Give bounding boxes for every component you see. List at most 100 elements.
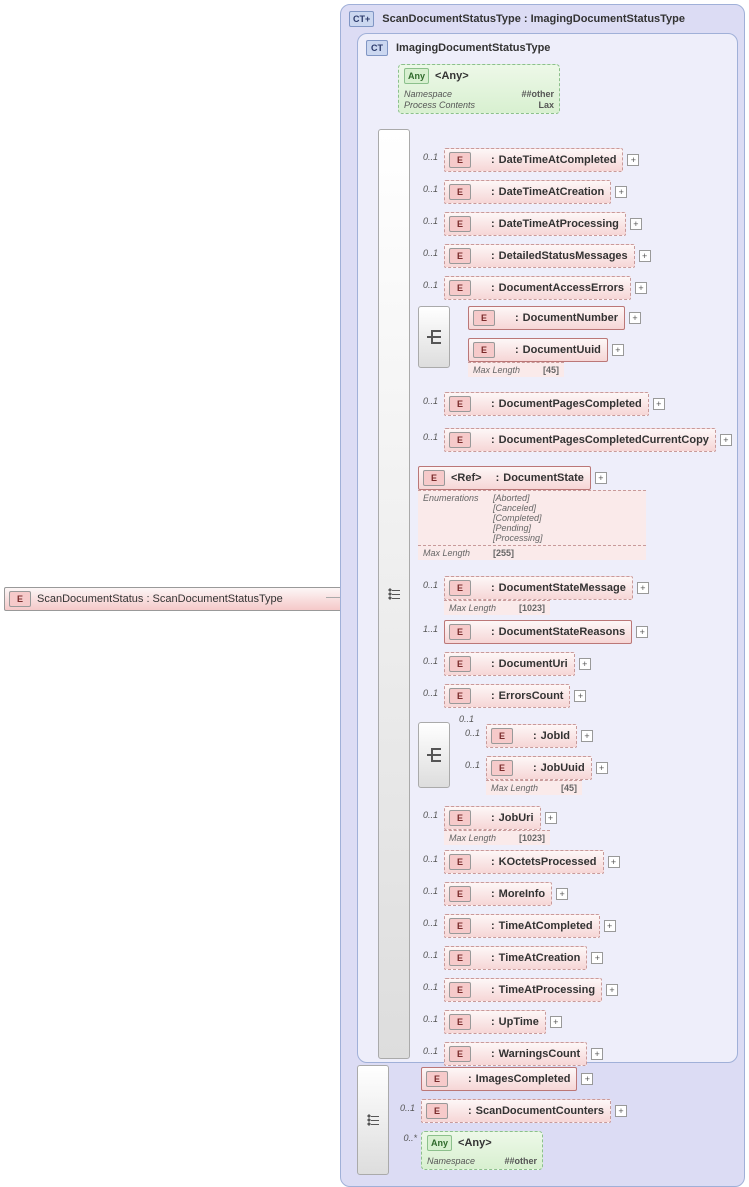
element-tag-icon: E [449, 1046, 471, 1062]
choice-docid [418, 306, 450, 368]
expand-icon[interactable]: + [591, 1048, 603, 1060]
cardinality: 0..1 [414, 248, 438, 258]
element-tag-icon: E [473, 310, 495, 326]
ref-joburi[interactable]: 0..1E:JobUri+Max Length[1023] [444, 806, 557, 845]
ref-type-name: TimeAtCompleted [499, 920, 593, 932]
ref-type-name: JobUuid [541, 762, 585, 774]
complextype-outer: CT+ ScanDocumentStatusType : ImagingDocu… [340, 4, 745, 1187]
ref-jobid[interactable]: 0..1E:JobId+ [486, 724, 593, 748]
ref-type-name: DocumentState [503, 472, 584, 484]
element-tag-icon: E [449, 396, 471, 412]
cardinality: 0..1 [414, 688, 438, 698]
expand-icon[interactable]: + [629, 312, 641, 324]
ref-documentuuid[interactable]: E:DocumentUuid+Max Length[45] [468, 338, 624, 377]
root-element: E ScanDocumentStatus : ScanDocumentStatu… [4, 587, 357, 611]
any-wildcard-top[interactable]: Any <Any> Namespace##otherProcess Conten… [398, 64, 560, 114]
ref-documentstate[interactable]: E <Ref> : DocumentState + Enumerations [… [418, 466, 646, 560]
expand-icon[interactable]: + [639, 250, 651, 262]
expand-icon[interactable]: + [556, 888, 568, 900]
ref-documentstatereasons[interactable]: 1..1E:DocumentStateReasons+ [444, 620, 648, 644]
cardinality: 0..1 [456, 728, 480, 738]
ref-documentaccesserrors[interactable]: 0..1E:DocumentAccessErrors+ [444, 276, 647, 300]
ref-type-name: DocumentUuid [523, 344, 601, 356]
cardinality: 0..1 [414, 1014, 438, 1024]
expand-icon[interactable]: + [591, 952, 603, 964]
ref-type-name: JobId [541, 730, 570, 742]
element-tag-icon: E [449, 248, 471, 264]
element-tag-icon: E [449, 280, 471, 296]
expand-icon[interactable]: + [615, 186, 627, 198]
sequence-outer [357, 1065, 389, 1175]
complextype-inner: CT ImagingDocumentStatusType Any <Any> N… [357, 33, 738, 1063]
ref-errorscount[interactable]: 0..1E:ErrorsCount+ [444, 684, 586, 708]
ref-documenturi[interactable]: 0..1E:DocumentUri+ [444, 652, 591, 676]
ref-type-name: ErrorsCount [499, 690, 564, 702]
root-element-box[interactable]: E ScanDocumentStatus : ScanDocumentStatu… [4, 587, 357, 611]
ref-documentstatemessage[interactable]: 0..1E:DocumentStateMessage+Max Length[10… [444, 576, 649, 615]
element-tag-icon: E [449, 918, 471, 934]
cardinality: 0..1 [414, 396, 438, 406]
expand-icon[interactable]: + [636, 626, 648, 638]
sequence-main [378, 129, 410, 1059]
expand-icon[interactable]: + [720, 434, 732, 446]
ref-uptime[interactable]: 0..1E:UpTime+ [444, 1010, 562, 1034]
complextype-outer-header[interactable]: CT+ ScanDocumentStatusType : ImagingDocu… [341, 5, 744, 31]
ref-datetimeatprocessing[interactable]: 0..1E:DateTimeAtProcessing+ [444, 212, 642, 236]
ref-type-name: KOctetsProcessed [499, 856, 597, 868]
sequence-icon [367, 1114, 379, 1126]
cardinality: 0..1 [414, 950, 438, 960]
expand-icon[interactable]: + [606, 984, 618, 996]
ref-scandocumentcounters[interactable]: 0..1E:ScanDocumentCounters+ [421, 1099, 627, 1123]
ref-datetimeatcompleted[interactable]: 0..1E:DateTimeAtCompleted+ [444, 148, 639, 172]
complextype-inner-title: ImagingDocumentStatusType [396, 42, 550, 54]
expand-icon[interactable]: + [604, 920, 616, 932]
ref-timeatcompleted[interactable]: 0..1E:TimeAtCompleted+ [444, 914, 616, 938]
ref-documentpagescompleted[interactable]: 0..1E:DocumentPagesCompleted+ [444, 392, 665, 416]
ref-timeatprocessing[interactable]: 0..1E:TimeAtProcessing+ [444, 978, 618, 1002]
expand-icon[interactable]: + [550, 1016, 562, 1028]
expand-icon[interactable]: + [637, 582, 649, 594]
expand-icon[interactable]: + [627, 154, 639, 166]
cardinality: 0..1 [391, 1103, 415, 1113]
expand-icon[interactable]: + [581, 1073, 593, 1085]
element-tag-icon: E [449, 152, 471, 168]
expand-icon[interactable]: + [612, 344, 624, 356]
expand-icon[interactable]: + [579, 658, 591, 670]
ref-type-name: ScanDocumentCounters [476, 1105, 604, 1117]
any-wildcard-bottom[interactable]: Any <Any> Namespace##other [421, 1131, 543, 1170]
ref-moreinfo[interactable]: 0..1E:MoreInfo+ [444, 882, 568, 906]
expand-icon[interactable]: + [595, 472, 607, 484]
ref-koctetsprocessed[interactable]: 0..1E:KOctetsProcessed+ [444, 850, 620, 874]
element-tag-icon: E [449, 624, 471, 640]
ref-type-name: DocumentNumber [523, 312, 618, 324]
ref-timeatcreation[interactable]: 0..1E:TimeAtCreation+ [444, 946, 603, 970]
ref-jobuuid[interactable]: 0..1E:JobUuid+Max Length[45] [486, 756, 608, 795]
choice-icon [427, 330, 441, 344]
expand-icon[interactable]: + [615, 1105, 627, 1117]
complextype-inner-header[interactable]: CT ImagingDocumentStatusType [358, 34, 737, 60]
expand-icon[interactable]: + [608, 856, 620, 868]
expand-icon[interactable]: + [545, 812, 557, 824]
expand-icon[interactable]: + [630, 218, 642, 230]
element-tag-icon: E [449, 1014, 471, 1030]
ref-type-name: DateTimeAtProcessing [499, 218, 619, 230]
element-tag-icon: E [449, 982, 471, 998]
expand-icon[interactable]: + [596, 762, 608, 774]
expand-icon[interactable]: + [635, 282, 647, 294]
ref-imagescompleted[interactable]: E:ImagesCompleted+ [421, 1067, 593, 1091]
ref-warningscount[interactable]: 0..1E:WarningsCount+ [444, 1042, 603, 1066]
any-head-label: <Any> [435, 70, 469, 82]
ref-documentnumber[interactable]: E:DocumentNumber+ [468, 306, 641, 330]
expand-icon[interactable]: + [653, 398, 665, 410]
choice-icon [427, 748, 441, 762]
ref-detailedstatusmessages[interactable]: 0..1E:DetailedStatusMessages+ [444, 244, 651, 268]
ref-datetimeatcreation[interactable]: 0..1E:DateTimeAtCreation+ [444, 180, 627, 204]
element-tag-icon: E [449, 216, 471, 232]
cardinality: 0..1 [414, 184, 438, 194]
cardinality: 0..1 [414, 432, 438, 442]
element-tag-icon: E [9, 591, 31, 607]
any-head-label: <Any> [458, 1137, 492, 1149]
expand-icon[interactable]: + [574, 690, 586, 702]
ref-documentpagescompletedcurrentcopy[interactable]: 0..1E:DocumentPagesCompletedCurrentCopy+ [444, 428, 732, 452]
expand-icon[interactable]: + [581, 730, 593, 742]
